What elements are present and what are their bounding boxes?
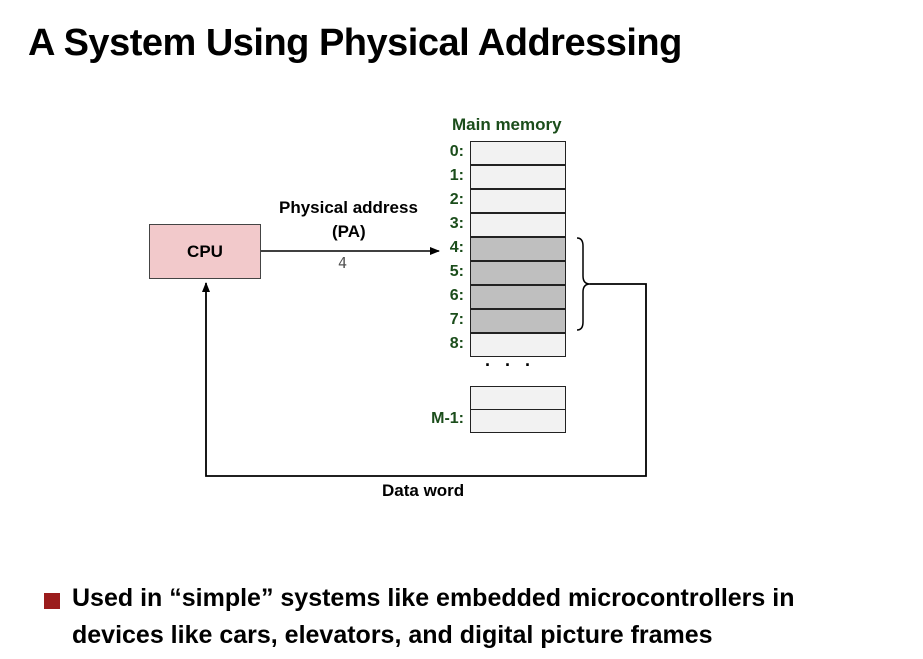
- memory-cell: [470, 189, 566, 213]
- memory-cell: [470, 213, 566, 237]
- cpu-box: CPU: [149, 224, 261, 279]
- memory-address-label: 4:: [449, 239, 464, 256]
- data-word-label: Data word: [382, 481, 465, 500]
- pa-label: (PA): [332, 222, 366, 241]
- physical-address-label: Physical address: [279, 198, 418, 217]
- memory-cell: [470, 261, 566, 285]
- address-value: 4: [338, 254, 348, 272]
- memory-address-label: 8:: [449, 335, 464, 352]
- memory-ellipsis: . . .: [485, 350, 536, 370]
- memory-address-label: 2:: [449, 191, 464, 208]
- memory-address-label: 7:: [449, 311, 464, 328]
- memory-cell-m1: [470, 409, 566, 433]
- memory-address-label: 3:: [449, 215, 464, 232]
- word-brace: [576, 237, 591, 331]
- main-memory-title: Main memory: [452, 115, 562, 134]
- memory-cell: [470, 285, 566, 309]
- memory-address-label: 0:: [449, 143, 464, 160]
- memory-address-label: 1:: [449, 167, 464, 184]
- memory-cell: [470, 165, 566, 189]
- memory-address-label: 6:: [449, 287, 464, 304]
- bullet-marker: [44, 593, 60, 609]
- memory-cell-m2: [470, 386, 566, 410]
- cpu-label: CPU: [187, 241, 223, 261]
- memory-cell: [470, 237, 566, 261]
- bullet-text: Used in “simple” systems like embedded m…: [72, 584, 795, 649]
- memory-cell: [470, 141, 566, 165]
- memory-address-m1: M-1:: [431, 410, 464, 427]
- memory-address-label: 5:: [449, 263, 464, 280]
- memory-cell: [470, 309, 566, 333]
- connection-wires: [202, 237, 647, 477]
